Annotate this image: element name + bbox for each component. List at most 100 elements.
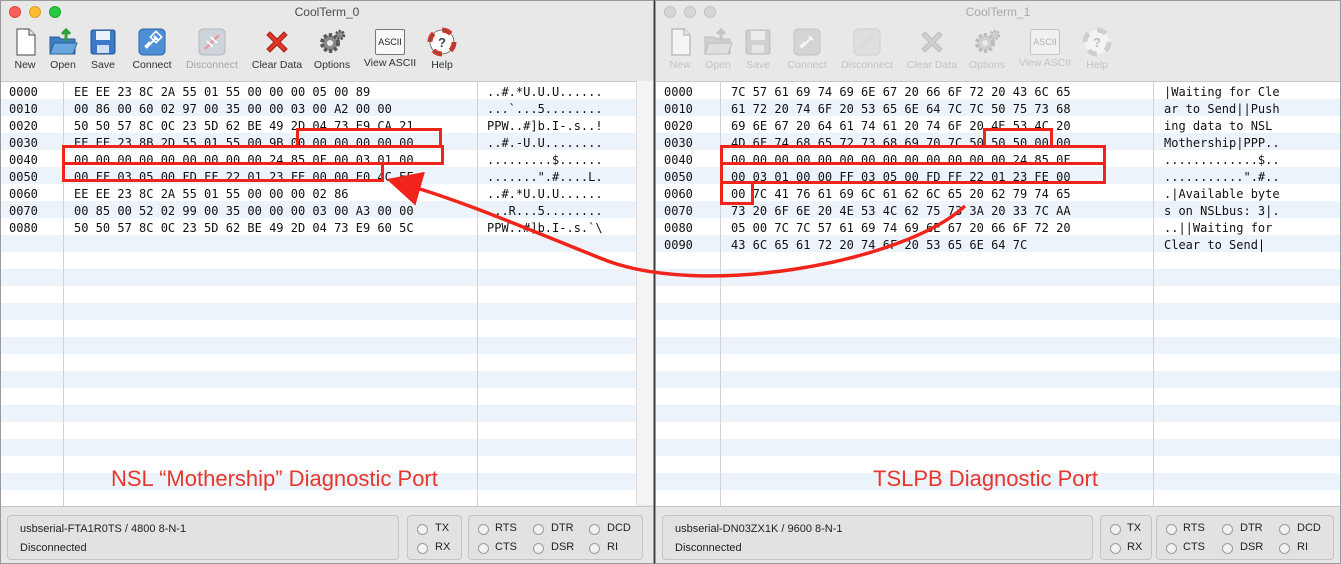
- clear-x-icon: [266, 31, 288, 53]
- ascii-column: ..#.*U.U.U...... ...`...5........ PPW..#…: [487, 85, 603, 235]
- clear-data-button[interactable]: Clear Data: [247, 27, 307, 71]
- help-button[interactable]: ? Help: [425, 27, 459, 71]
- port-info-box: usbserial-DN03ZX1K / 9600 8-N-1 Disconne…: [662, 515, 1093, 560]
- dtr-label: DTR: [551, 522, 574, 534]
- dcd-led-icon: [1279, 524, 1290, 535]
- txrx-led-box: TX RX: [1100, 515, 1152, 560]
- cts-led-icon: [478, 543, 489, 554]
- dtr-label: DTR: [1240, 522, 1263, 534]
- title-bar[interactable]: CoolTerm_1: [656, 1, 1340, 23]
- ascii-icon: ASCII: [375, 29, 405, 55]
- plug-connect-icon: [793, 28, 821, 56]
- rx-label: RX: [1127, 541, 1143, 553]
- options-button[interactable]: Options: [309, 27, 355, 71]
- dsr-label: DSR: [1240, 541, 1264, 553]
- port-caption: TSLPB Diagnostic Port: [873, 466, 1098, 491]
- dsr-label: DSR: [551, 541, 575, 553]
- dsr-led-icon: [1222, 543, 1233, 554]
- cts-led-icon: [1166, 543, 1177, 554]
- rts-led-icon: [478, 524, 489, 535]
- rx-label: RX: [435, 541, 451, 553]
- dcd-label: DCD: [607, 522, 631, 534]
- tx-led-icon: [1110, 524, 1121, 535]
- open-button[interactable]: Open: [700, 27, 736, 71]
- svg-text:?: ?: [1093, 35, 1101, 50]
- rts-led-icon: [1166, 524, 1177, 535]
- column-divider: [1153, 82, 1154, 506]
- status-bar: usbserial-DN03ZX1K / 9600 8-N-1 Disconne…: [656, 506, 1340, 563]
- tx-label: TX: [435, 522, 450, 534]
- open-folder-icon: [49, 27, 78, 55]
- connect-button[interactable]: Connect: [127, 27, 177, 71]
- gear-icon: [975, 29, 1001, 53]
- open-folder-icon: [704, 27, 733, 55]
- new-button[interactable]: New: [7, 27, 43, 71]
- port-settings-text: usbserial-DN03ZX1K / 9600 8-N-1: [675, 523, 843, 535]
- new-button[interactable]: New: [662, 27, 698, 71]
- tx-label: TX: [1127, 522, 1142, 534]
- ri-label: RI: [607, 541, 618, 553]
- lifebuoy-help-icon: ?: [427, 27, 457, 57]
- status-bar: usbserial-FTA1R0TS / 4800 8-N-1 Disconne…: [1, 506, 653, 563]
- coolterm-window-1: CoolTerm_1 New Open Save Connect Disconn…: [655, 0, 1341, 564]
- plug-disconnect-icon: [853, 28, 881, 56]
- toolbar: New Open Save Connect Disconnect Clear D…: [1, 23, 653, 80]
- highlight-box: [62, 162, 384, 182]
- floppy-disk-icon: [745, 29, 771, 55]
- highlight-box: [720, 162, 1106, 184]
- ri-label: RI: [1297, 541, 1308, 553]
- connection-state-text: Disconnected: [675, 542, 742, 554]
- address-column: 0000 0010 0020 0030 0040 0050 0060 0070 …: [664, 85, 693, 252]
- lifebuoy-help-icon: ?: [1082, 27, 1112, 57]
- new-document-icon: [16, 28, 36, 56]
- rts-label: RTS: [1183, 522, 1205, 534]
- options-button[interactable]: Options: [964, 27, 1010, 71]
- port-caption: NSL “Mothership” Diagnostic Port: [111, 466, 438, 491]
- help-button[interactable]: ? Help: [1080, 27, 1114, 71]
- save-button[interactable]: Save: [85, 27, 121, 71]
- save-button[interactable]: Save: [740, 27, 776, 71]
- tx-led-icon: [417, 524, 428, 535]
- toolbar: New Open Save Connect Disconnect Clear D…: [656, 23, 1340, 80]
- ri-led-icon: [589, 543, 600, 554]
- disconnect-button[interactable]: Disconnect: [836, 27, 898, 71]
- window-title: CoolTerm_0: [294, 5, 360, 19]
- rx-led-icon: [1110, 543, 1121, 554]
- view-ascii-button[interactable]: ASCII View ASCII: [359, 27, 421, 69]
- ascii-icon: ASCII: [1030, 29, 1060, 55]
- view-ascii-button[interactable]: ASCII View ASCII: [1014, 27, 1076, 69]
- ri-led-icon: [1279, 543, 1290, 554]
- line-status-led-box: RTS CTS DTR DSR DCD RI: [1156, 515, 1334, 560]
- dcd-label: DCD: [1297, 522, 1321, 534]
- ascii-column: |Waiting for Cle ar to Send||Push ing da…: [1164, 85, 1280, 252]
- port-info-box: usbserial-FTA1R0TS / 4800 8-N-1 Disconne…: [7, 515, 399, 560]
- gear-icon: [320, 29, 346, 53]
- address-column: 0000 0010 0020 0030 0040 0050 0060 0070 …: [9, 85, 38, 235]
- open-button[interactable]: Open: [45, 27, 81, 71]
- rx-led-icon: [417, 543, 428, 554]
- new-document-icon: [671, 28, 691, 56]
- plug-connect-icon: [138, 28, 166, 56]
- dtr-led-icon: [1222, 524, 1233, 535]
- floppy-disk-icon: [90, 29, 116, 55]
- window-title: CoolTerm_1: [965, 5, 1031, 19]
- clear-x-icon: [921, 31, 943, 53]
- vertical-scrollbar[interactable]: [636, 81, 653, 505]
- clear-data-button[interactable]: Clear Data: [902, 27, 962, 71]
- txrx-led-box: TX RX: [407, 515, 462, 560]
- port-settings-text: usbserial-FTA1R0TS / 4800 8-N-1: [20, 523, 187, 535]
- coolterm-window-0: CoolTerm_0 New Open Save Connect Disconn…: [0, 0, 654, 564]
- plug-disconnect-icon: [198, 28, 226, 56]
- dcd-led-icon: [589, 524, 600, 535]
- column-divider: [477, 82, 478, 506]
- rts-label: RTS: [495, 522, 517, 534]
- title-bar[interactable]: CoolTerm_0: [1, 1, 653, 23]
- dsr-led-icon: [533, 543, 544, 554]
- connect-button[interactable]: Connect: [782, 27, 832, 71]
- dtr-led-icon: [533, 524, 544, 535]
- cts-label: CTS: [495, 541, 517, 553]
- svg-text:?: ?: [438, 35, 446, 50]
- connection-state-text: Disconnected: [20, 542, 87, 554]
- line-status-led-box: RTS CTS DTR DSR DCD RI: [468, 515, 643, 560]
- disconnect-button[interactable]: Disconnect: [181, 27, 243, 71]
